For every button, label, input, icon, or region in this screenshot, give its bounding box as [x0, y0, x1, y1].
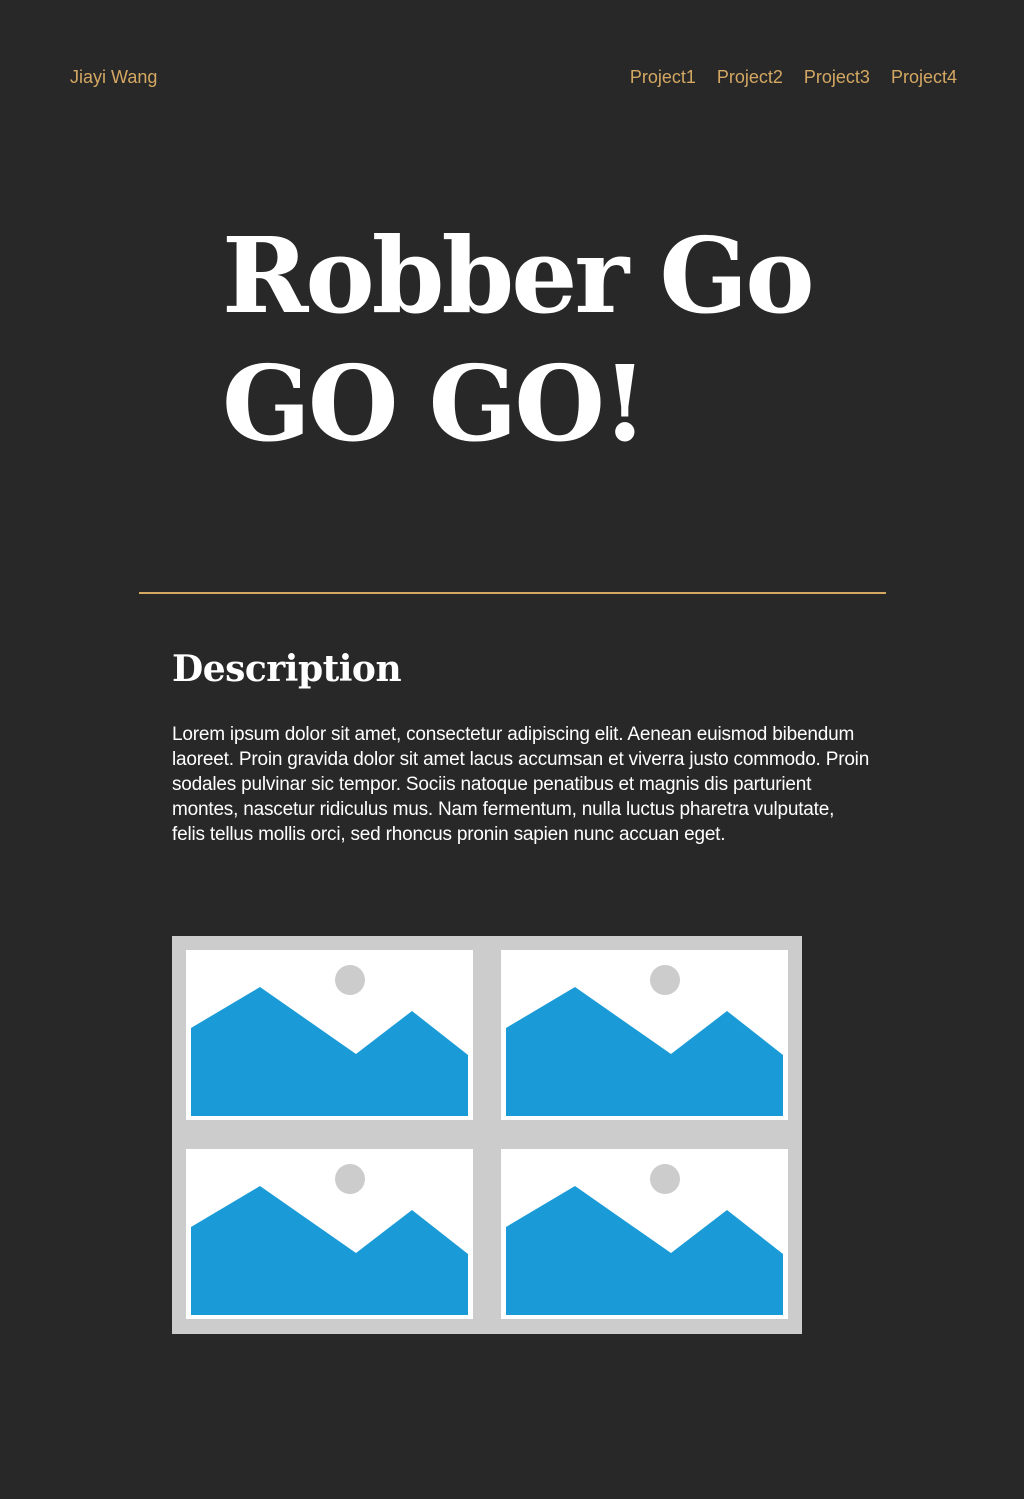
- description-heading: Description: [172, 648, 402, 690]
- image-placeholder-icon: [191, 1164, 468, 1315]
- project-nav: Project1 Project2 Project3 Project4: [630, 66, 957, 88]
- image-placeholder-icon: [191, 965, 468, 1116]
- nav-link-project4[interactable]: Project4: [891, 66, 957, 88]
- nav-link-project1[interactable]: Project1: [630, 66, 696, 88]
- description-text: Lorem ipsum dolor sit amet, consectetur …: [172, 724, 870, 845]
- nav-link-project2[interactable]: Project2: [717, 66, 783, 88]
- hero-title: Robber Go GO GO!: [222, 214, 815, 465]
- gallery-image-1: [186, 950, 473, 1120]
- gallery-image-3: [186, 1149, 473, 1319]
- image-placeholder-icon: [506, 1164, 783, 1315]
- section-divider: [139, 592, 886, 594]
- image-gallery: [172, 936, 802, 1334]
- gallery-image-2: [501, 950, 788, 1120]
- image-placeholder-icon: [506, 965, 783, 1116]
- gallery-image-4: [501, 1149, 788, 1319]
- site-header: Jiayi Wang Project1 Project2 Project3 Pr…: [0, 0, 1024, 150]
- brand-link[interactable]: Jiayi Wang: [70, 66, 157, 88]
- nav-link-project3[interactable]: Project3: [804, 66, 870, 88]
